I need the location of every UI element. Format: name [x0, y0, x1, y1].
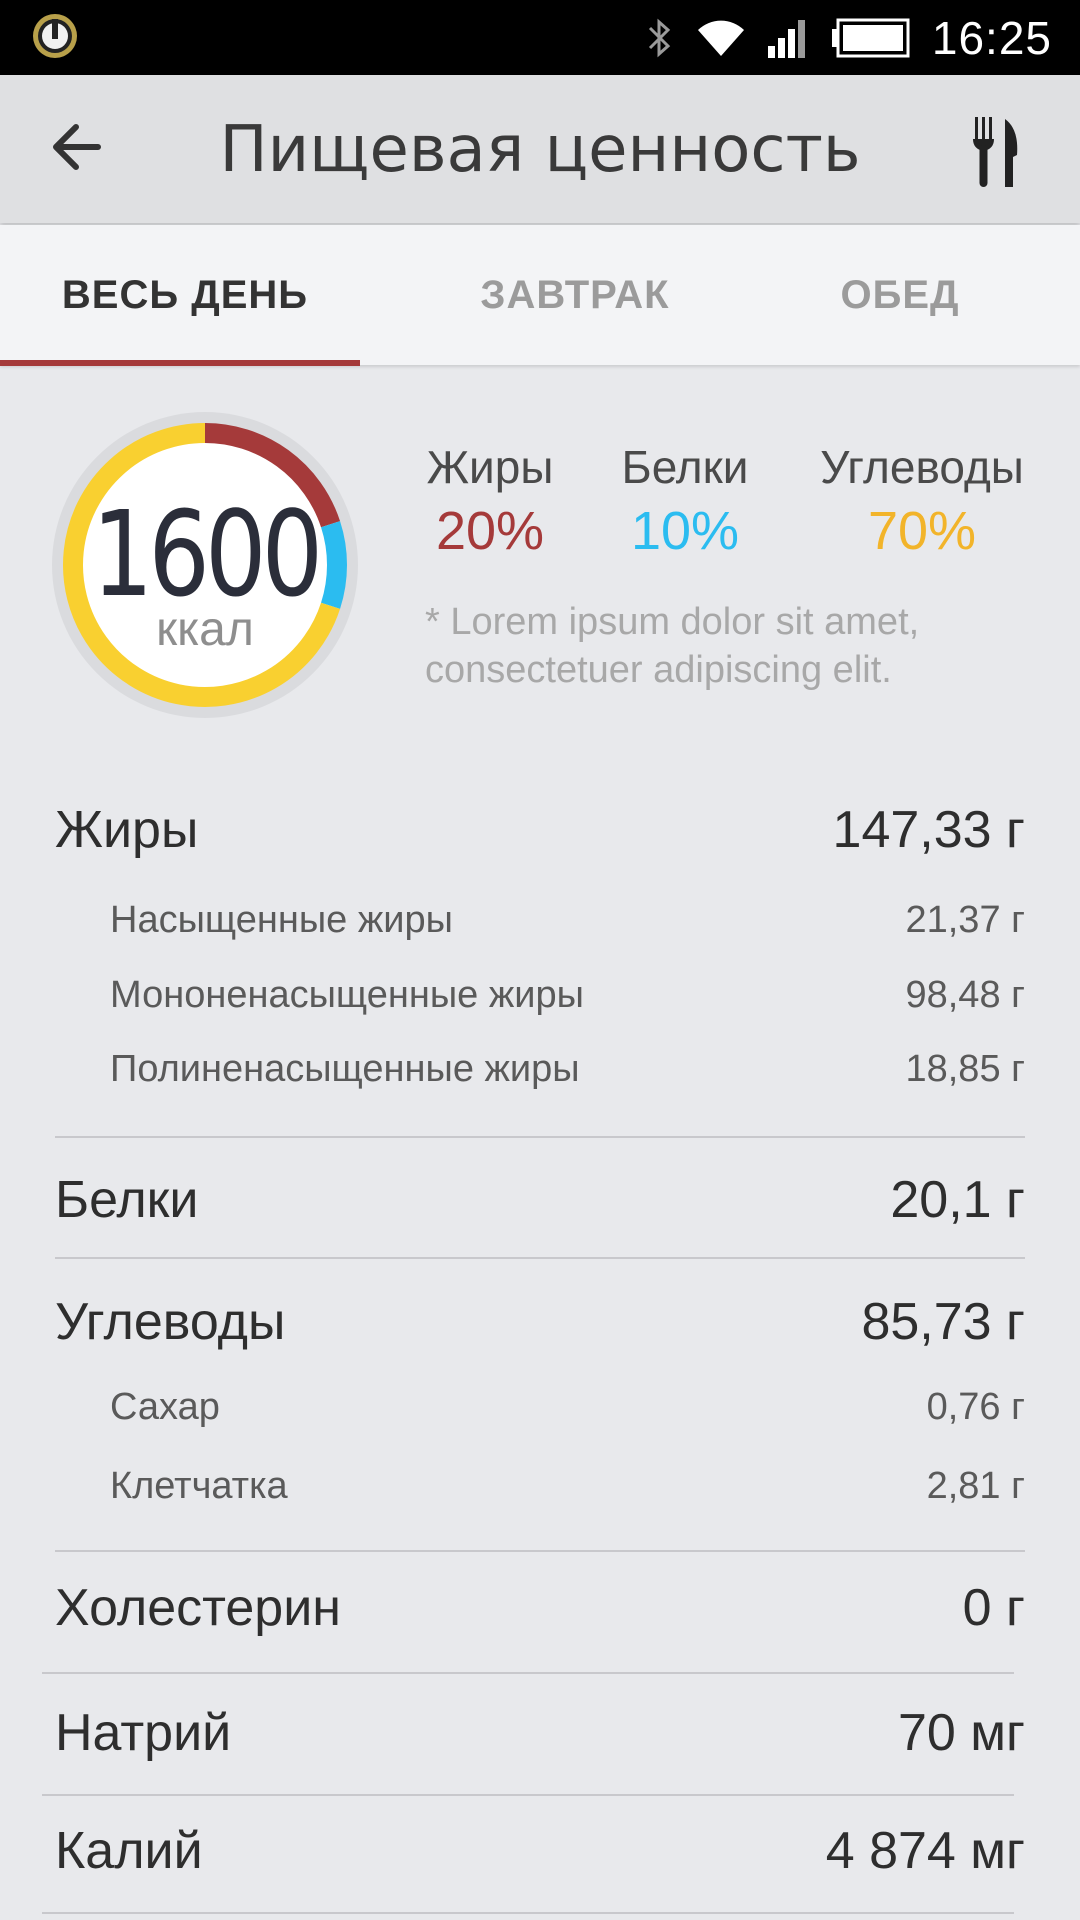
divider	[42, 1672, 1014, 1674]
macro-fat-percent: 20%	[435, 501, 545, 561]
nutrient-name: Белки	[55, 1171, 199, 1229]
divider	[55, 1550, 1025, 1552]
nutrient-name: Натрий	[55, 1704, 232, 1762]
divider	[42, 1912, 1014, 1914]
tab-whole-day[interactable]: ВЕСЬ ДЕНЬ	[0, 225, 370, 365]
nutrient-value: 4 874 мг	[825, 1822, 1025, 1880]
nutrient-name: Углеводы	[55, 1293, 286, 1351]
app-notification-icon	[33, 14, 77, 58]
nutrient-value: 147,33 г	[832, 801, 1025, 859]
wifi-icon	[697, 20, 744, 56]
divider	[42, 1794, 1014, 1796]
signal-icon	[767, 19, 805, 58]
tab-bar: ВЕСЬ ДЕНЬ ЗАВТРАК ОБЕД	[0, 225, 1080, 366]
ring-segment-protein	[320, 521, 347, 609]
nutrient-value: 70 мг	[897, 1704, 1025, 1762]
nutrient-name: Насыщенные жиры	[110, 899, 453, 941]
macro-fat: Жиры 20%	[415, 440, 565, 562]
tab-indicator	[0, 360, 360, 366]
nutrient-value: 98,48 г	[905, 974, 1025, 1016]
tab-breakfast[interactable]: ЗАВТРАК	[390, 225, 760, 365]
nutrient-value: 20,1 г	[890, 1171, 1025, 1229]
battery-icon	[831, 18, 910, 57]
footnote: * Lorem ipsum dolor sit amet, consectetu…	[425, 601, 920, 691]
macro-protein-percent: 10%	[630, 501, 740, 561]
nutrient-value: 0,76 г	[926, 1386, 1025, 1428]
page-title: Пищевая ценность	[219, 113, 861, 187]
app-bar: Пищевая ценность	[0, 75, 1080, 223]
nutrient-value: 0 г	[962, 1579, 1025, 1637]
calories-unit: ккал	[156, 603, 254, 656]
nutrient-value: 18,85 г	[905, 1048, 1025, 1090]
nutrient-name: Холестерин	[55, 1579, 341, 1637]
status-bar: 16:25	[0, 0, 1080, 75]
nutrient-name: Полиненасыщенные жиры	[110, 1048, 580, 1090]
nutrient-value: 21,37 г	[905, 899, 1025, 941]
macro-protein: Белки 10%	[610, 440, 760, 562]
macro-carbs-percent: 70%	[867, 501, 977, 561]
macro-carbs: Углеводы 70%	[812, 440, 1032, 562]
nutrient-name: Жиры	[55, 801, 199, 859]
macro-protein-label: Белки	[621, 441, 749, 493]
nutrient-name: Калий	[55, 1822, 203, 1880]
status-time: 16:25	[931, 11, 1052, 64]
macro-carbs-label: Углеводы	[820, 441, 1024, 493]
tab-lunch[interactable]: ОБЕД	[760, 225, 1040, 365]
nutrient-value: 2,81 г	[926, 1465, 1025, 1507]
cutlery-icon[interactable]	[965, 115, 1025, 189]
divider	[55, 1136, 1025, 1138]
macro-fat-label: Жиры	[426, 441, 554, 493]
system-icons: 16:25	[644, 0, 1052, 75]
nutrient-name: Сахар	[110, 1386, 220, 1428]
divider	[55, 1257, 1025, 1259]
bluetooth-icon	[648, 18, 671, 57]
nutrient-name: Мононенасыщенные жиры	[110, 974, 584, 1016]
nutrient-value: 85,73 г	[861, 1293, 1025, 1351]
nutrient-name: Клетчатка	[110, 1465, 288, 1507]
